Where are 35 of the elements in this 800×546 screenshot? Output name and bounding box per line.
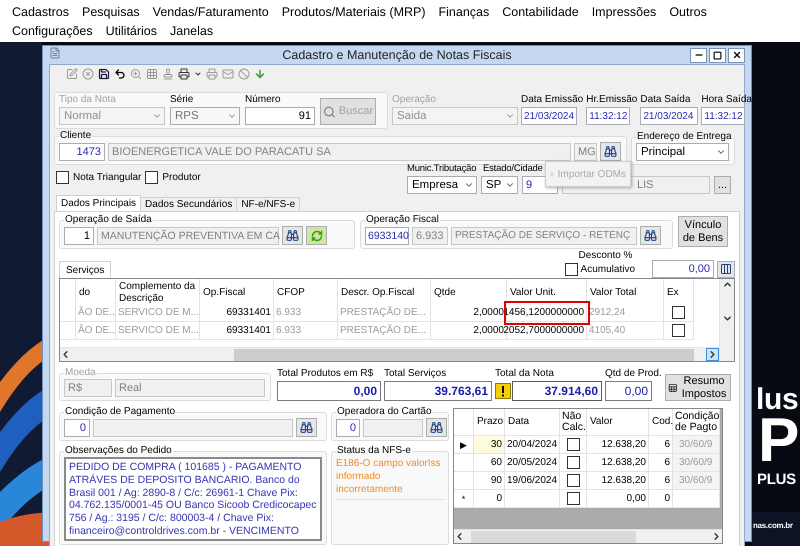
field-label: Total Produtos em R$: [277, 367, 374, 380]
total-field: 37.914,60: [512, 381, 602, 401]
field-label: Data Saída: [640, 93, 692, 106]
field-label: Total da Nota: [495, 367, 555, 380]
logo-text: PLUS: [757, 472, 796, 487]
total-field: 39.763,61: [384, 381, 492, 401]
group-label: Operação Fiscal: [365, 214, 440, 226]
group-label: Observações do Pedido: [64, 445, 173, 457]
field-label: Data Emissão: [521, 93, 584, 106]
checkbox-label: Produtor: [162, 172, 201, 183]
group-label: Status da NFS-e: [336, 445, 412, 457]
checkbox-label: Acumulativo: [580, 264, 635, 274]
field-label: Desconto %: [578, 249, 632, 262]
field-label: Tipo da Nota: [59, 93, 117, 106]
group-label: Cliente: [59, 130, 92, 142]
field-label: Operação: [392, 93, 437, 106]
total-field: 0,00: [605, 381, 652, 401]
field-label: Qtd de Prod.: [605, 367, 662, 380]
field-label: Munic.Tributação: [407, 162, 478, 175]
field-label: Hora Saída: [701, 93, 752, 106]
group-label: Condição de Pagamento: [64, 406, 176, 418]
field-label: Número: [245, 93, 282, 106]
group-label: Moeda: [64, 367, 97, 379]
window-title: Cadastro e Manutenção de Notas Fiscais: [281, 48, 513, 62]
group-label: Operação de Saída: [64, 214, 153, 226]
group-label: Endereço de Entrega: [636, 131, 733, 143]
field-label: Hr.Emissão: [586, 93, 638, 106]
group-label: Operadora do Cartão: [336, 406, 433, 418]
field-label: Série: [170, 93, 194, 106]
website-text: nas.com.br: [753, 522, 793, 530]
checkbox-label: Nota Triangular: [73, 172, 142, 183]
field-label: Estado/Cidade: [483, 162, 543, 175]
total-field: 0,00: [277, 381, 381, 401]
status-message: E186-O campo valorIss informado incorretamente: [336, 457, 444, 500]
field-label: Total Serviços: [384, 367, 448, 380]
